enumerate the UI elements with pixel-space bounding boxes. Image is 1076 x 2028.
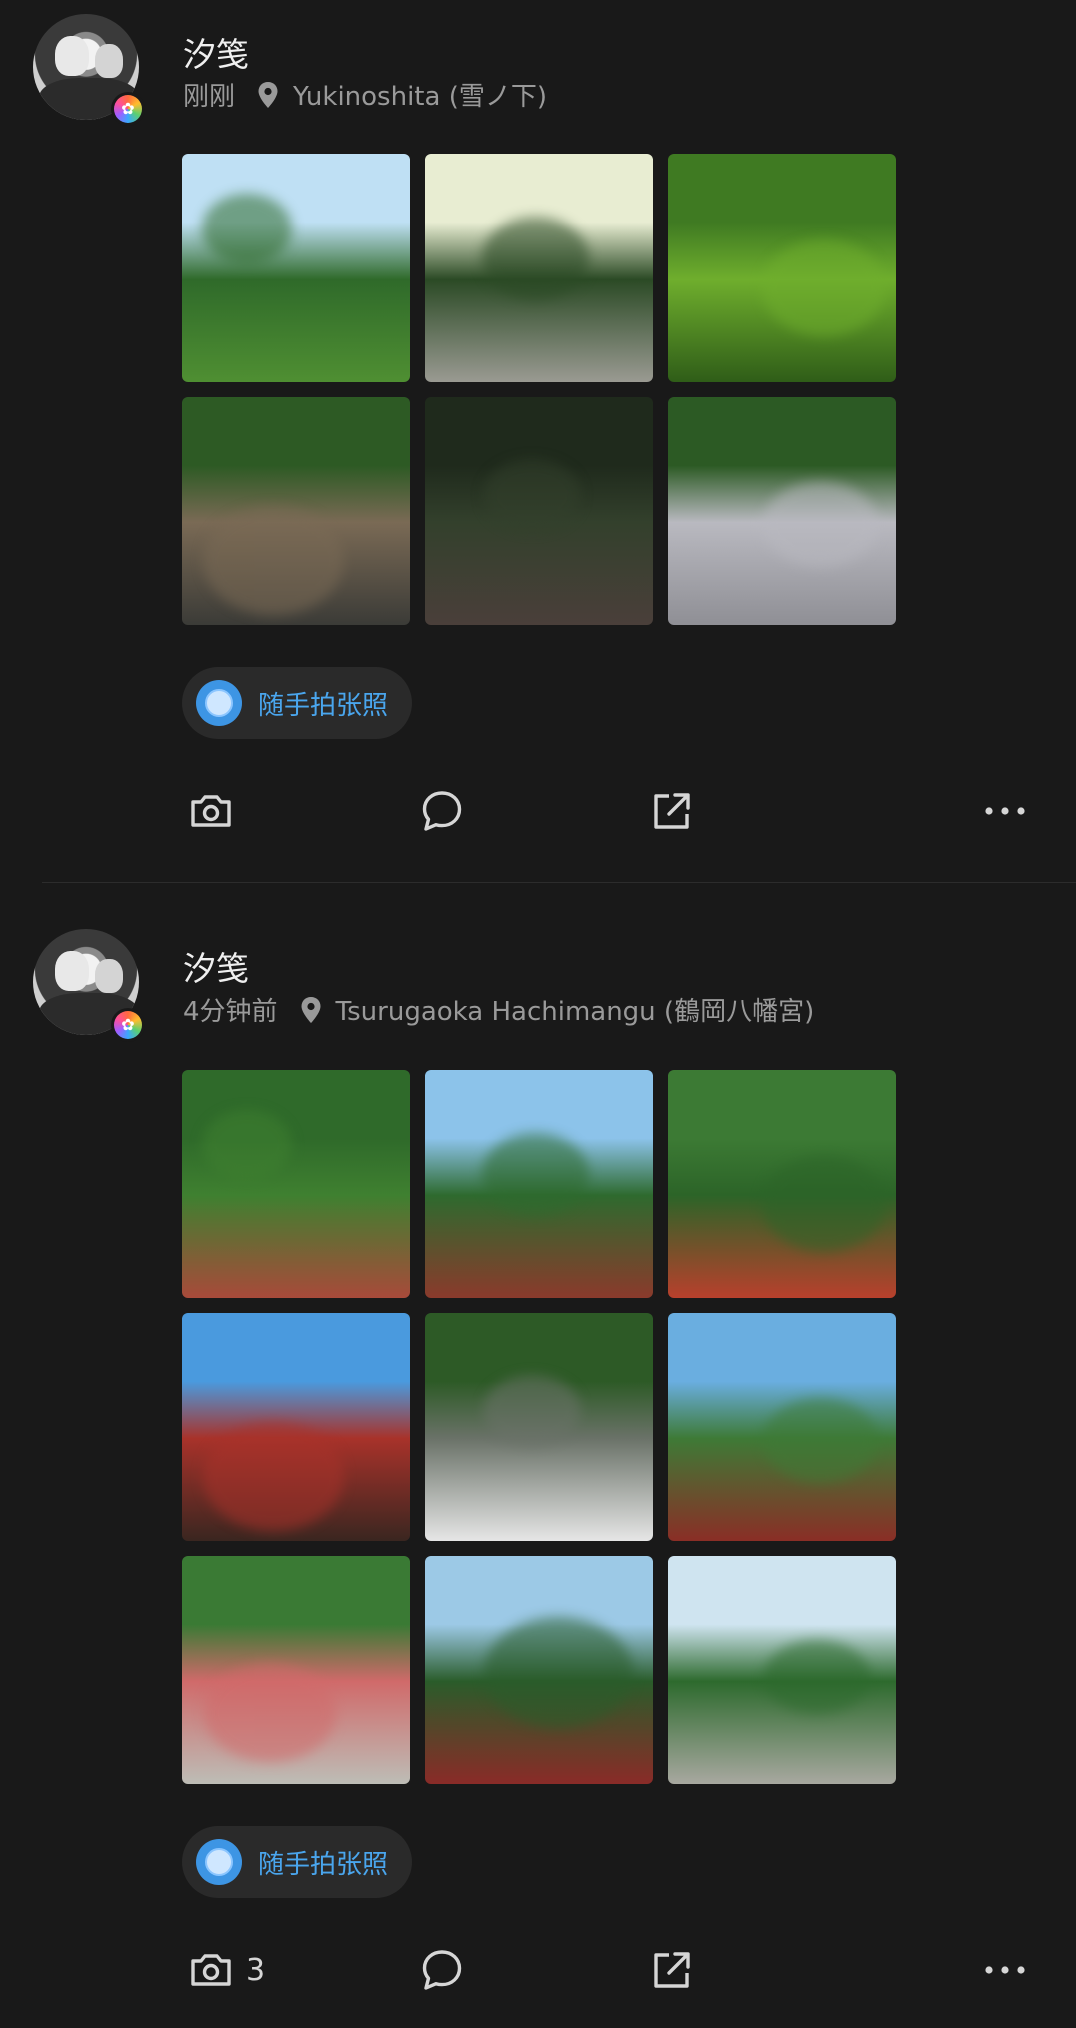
post-time: 刚刚 — [183, 82, 236, 112]
action-bar: 3 — [0, 1940, 1076, 2000]
photo-thumbnail[interactable] — [182, 1313, 410, 1541]
location-pin-icon — [301, 996, 321, 1023]
post-location[interactable]: Yukinoshita (雪ノ下) — [293, 76, 547, 113]
share-button[interactable] — [647, 1940, 697, 2000]
topic-label: 随手拍张照 — [258, 690, 389, 721]
more-button[interactable] — [980, 781, 1030, 841]
topic-icon — [196, 1839, 242, 1885]
comment-button[interactable] — [417, 1940, 467, 2000]
comment-button[interactable] — [417, 781, 467, 841]
photo-grid — [182, 1070, 896, 1784]
author-name[interactable]: 汐笺 — [183, 28, 249, 76]
photo-thumbnail[interactable] — [668, 1556, 896, 1784]
share-icon — [654, 1952, 690, 1988]
topic-icon — [196, 680, 242, 726]
camera-button[interactable]: 3 — [186, 1940, 265, 2000]
photo-grid — [182, 154, 896, 625]
camera-button[interactable] — [186, 781, 246, 841]
post-time: 4分钟前 — [183, 997, 278, 1027]
author-name[interactable]: 汐笺 — [183, 942, 249, 990]
comment-icon — [422, 1950, 462, 1990]
share-icon — [654, 793, 690, 829]
comment-icon — [422, 791, 462, 831]
action-bar — [0, 781, 1076, 841]
post-meta: 刚刚 Yukinoshita (雪ノ下) — [183, 76, 547, 113]
photo-thumbnail[interactable] — [182, 397, 410, 625]
camera-count: 3 — [246, 1952, 266, 1988]
photo-thumbnail[interactable] — [182, 1556, 410, 1784]
post-location[interactable]: Tsurugaoka Hachimangu (鶴岡八幡宮) — [336, 991, 815, 1028]
location-pin-icon — [258, 81, 278, 108]
camera-icon — [191, 795, 231, 827]
camera-icon — [191, 1954, 231, 1986]
photo-thumbnail[interactable] — [182, 154, 410, 382]
photo-thumbnail[interactable] — [425, 397, 653, 625]
photo-thumbnail[interactable] — [425, 1556, 653, 1784]
photo-thumbnail[interactable] — [668, 1313, 896, 1541]
share-button[interactable] — [647, 781, 697, 841]
star-badge-icon: ✿ — [111, 1008, 145, 1042]
topic-chip[interactable]: 随手拍张照 — [182, 1826, 413, 1898]
more-button[interactable] — [980, 1940, 1030, 2000]
post-meta: 4分钟前 Tsurugaoka Hachimangu (鶴岡八幡宮) — [183, 991, 814, 1028]
photo-thumbnail[interactable] — [425, 1313, 653, 1541]
post-divider — [42, 882, 1076, 883]
topic-chip[interactable]: 随手拍张照 — [182, 667, 413, 739]
photo-thumbnail[interactable] — [668, 397, 896, 625]
more-icon — [985, 1966, 1025, 1974]
photo-thumbnail[interactable] — [425, 1070, 653, 1298]
topic-label: 随手拍张照 — [258, 1849, 389, 1880]
star-badge-icon: ✿ — [111, 92, 145, 126]
photo-thumbnail[interactable] — [668, 154, 896, 382]
photo-thumbnail[interactable] — [425, 154, 653, 382]
photo-thumbnail[interactable] — [182, 1070, 410, 1298]
photo-thumbnail[interactable] — [668, 1070, 896, 1298]
more-icon — [985, 807, 1025, 815]
